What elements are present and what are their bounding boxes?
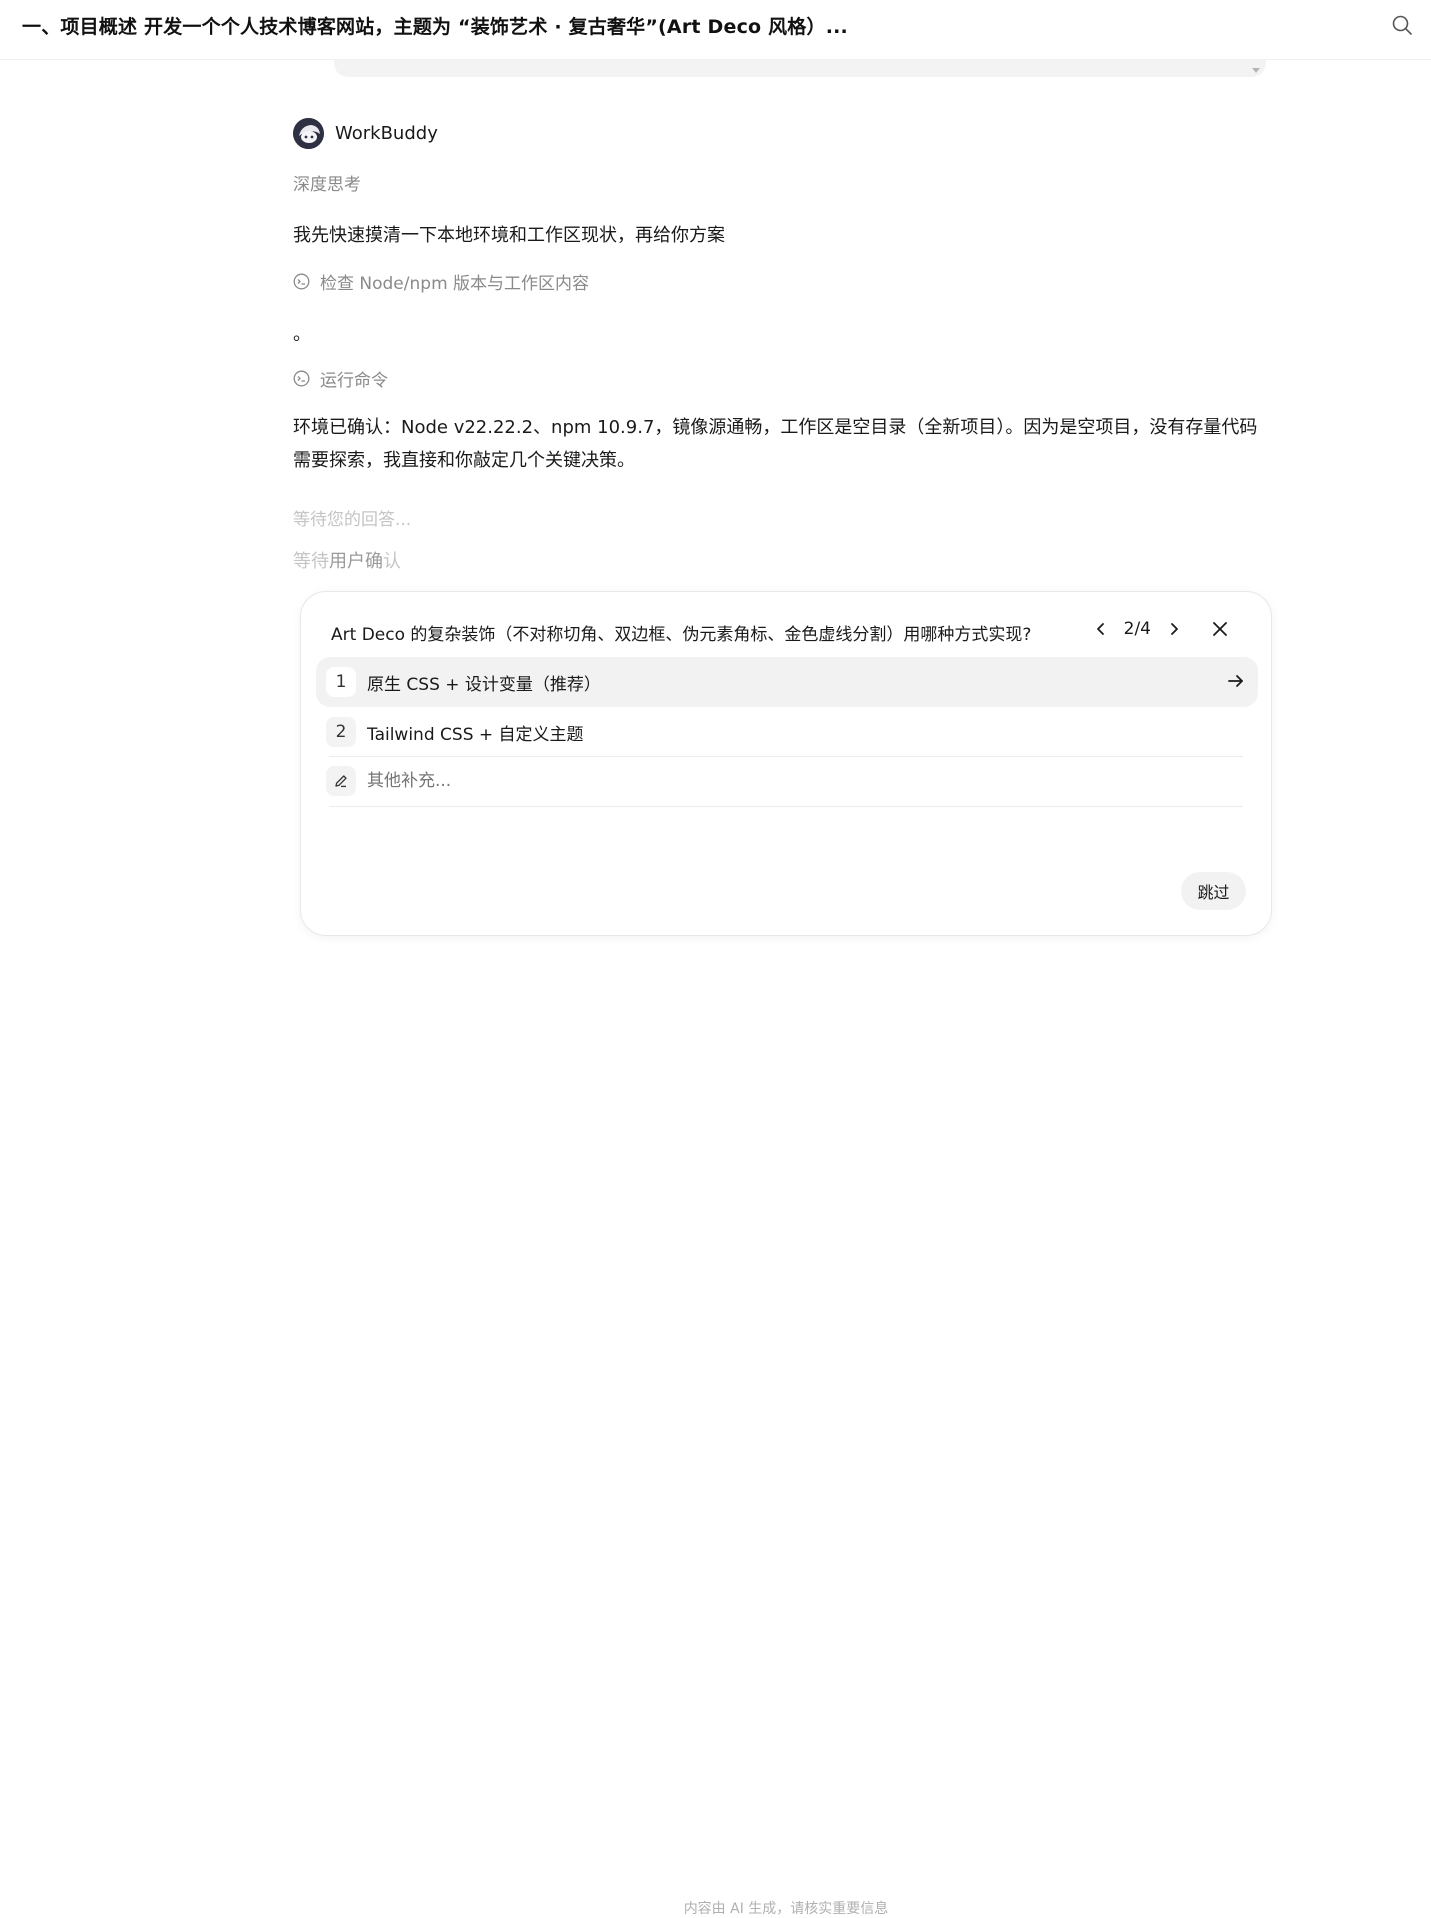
ai-disclaimer: 内容由 AI 生成，请核实重要信息: [683, 1901, 889, 1917]
waiting-confirm-part: 等待: [293, 551, 329, 572]
tool-icon: [293, 370, 310, 387]
environment-summary-text: 环境已确认：Node v22.22.2、npm 10.9.7，镜像源通畅，工作区…: [293, 417, 1258, 471]
option-label: 原生 CSS + 设计变量（推荐）: [367, 674, 601, 695]
option-1[interactable]: 1 原生 CSS + 设计变量（推荐）: [316, 657, 1258, 707]
option-label: Tailwind CSS + 自定义主题: [367, 724, 584, 745]
tool-call-run-command[interactable]: 运行命令: [293, 366, 1268, 391]
tool-call-check-env[interactable]: 检查 Node/npm 版本与工作区内容: [293, 269, 1268, 294]
intro-text: 我先快速摸清一下本地环境和工作区现状，再给你方案: [293, 225, 725, 246]
tool-call-label: 检查 Node/npm 版本与工作区内容: [320, 274, 590, 294]
option-number: 2: [326, 717, 356, 747]
conversation-title: 一、项目概述 开发一个个人技术博客网站，主题为 “装饰艺术 · 复古奢华”(Ar…: [22, 16, 848, 38]
pencil-icon: [326, 766, 356, 796]
deep-think-toggle[interactable]: 深度思考: [293, 170, 1268, 195]
tool-icon: [293, 273, 310, 290]
question-pager: 2/4: [1090, 618, 1231, 640]
tool-call-label: 运行命令: [320, 371, 388, 391]
period-text: 。: [293, 324, 311, 345]
question-card: Art Deco 的复杂装饰（不对称切角、双边框、伪元素角标、金色虚线分割）用哪…: [300, 591, 1272, 936]
next-question-button[interactable]: [1163, 618, 1185, 640]
question-title: Art Deco 的复杂装饰（不对称切角、双边框、伪元素角标、金色虚线分割）用哪…: [331, 625, 1032, 645]
scroll-caret-icon[interactable]: [1252, 68, 1260, 73]
question-page-indicator: 2/4: [1123, 619, 1151, 639]
other-input[interactable]: [367, 771, 967, 791]
top-header: 一、项目概述 开发一个个人技术博客网站，主题为 “装饰艺术 · 复古奢华”(Ar…: [0, 0, 1431, 60]
waiting-confirm-part: 认: [383, 551, 401, 572]
previous-message-card: [334, 60, 1266, 77]
close-icon[interactable]: [1209, 618, 1231, 640]
skip-button[interactable]: 跳过: [1181, 872, 1246, 910]
waiting-confirm-part: 确: [365, 551, 383, 572]
waiting-confirm-part: 用户: [329, 551, 365, 572]
waiting-answer-status: 等待您的回答...: [293, 510, 412, 530]
waiting-confirm-status: 等待用户确认: [293, 547, 1268, 573]
option-other[interactable]: [316, 756, 1258, 806]
divider: [329, 806, 1243, 807]
agent-name: WorkBuddy: [335, 122, 438, 144]
agent-header: WorkBuddy: [293, 116, 1268, 150]
option-2[interactable]: 2 Tailwind CSS + 自定义主题: [316, 707, 1258, 757]
workbuddy-avatar-icon: [293, 117, 324, 149]
arrow-right-icon[interactable]: [1226, 671, 1246, 691]
prev-question-button[interactable]: [1090, 618, 1112, 640]
search-icon[interactable]: [1391, 14, 1413, 36]
option-number: 1: [326, 667, 356, 697]
